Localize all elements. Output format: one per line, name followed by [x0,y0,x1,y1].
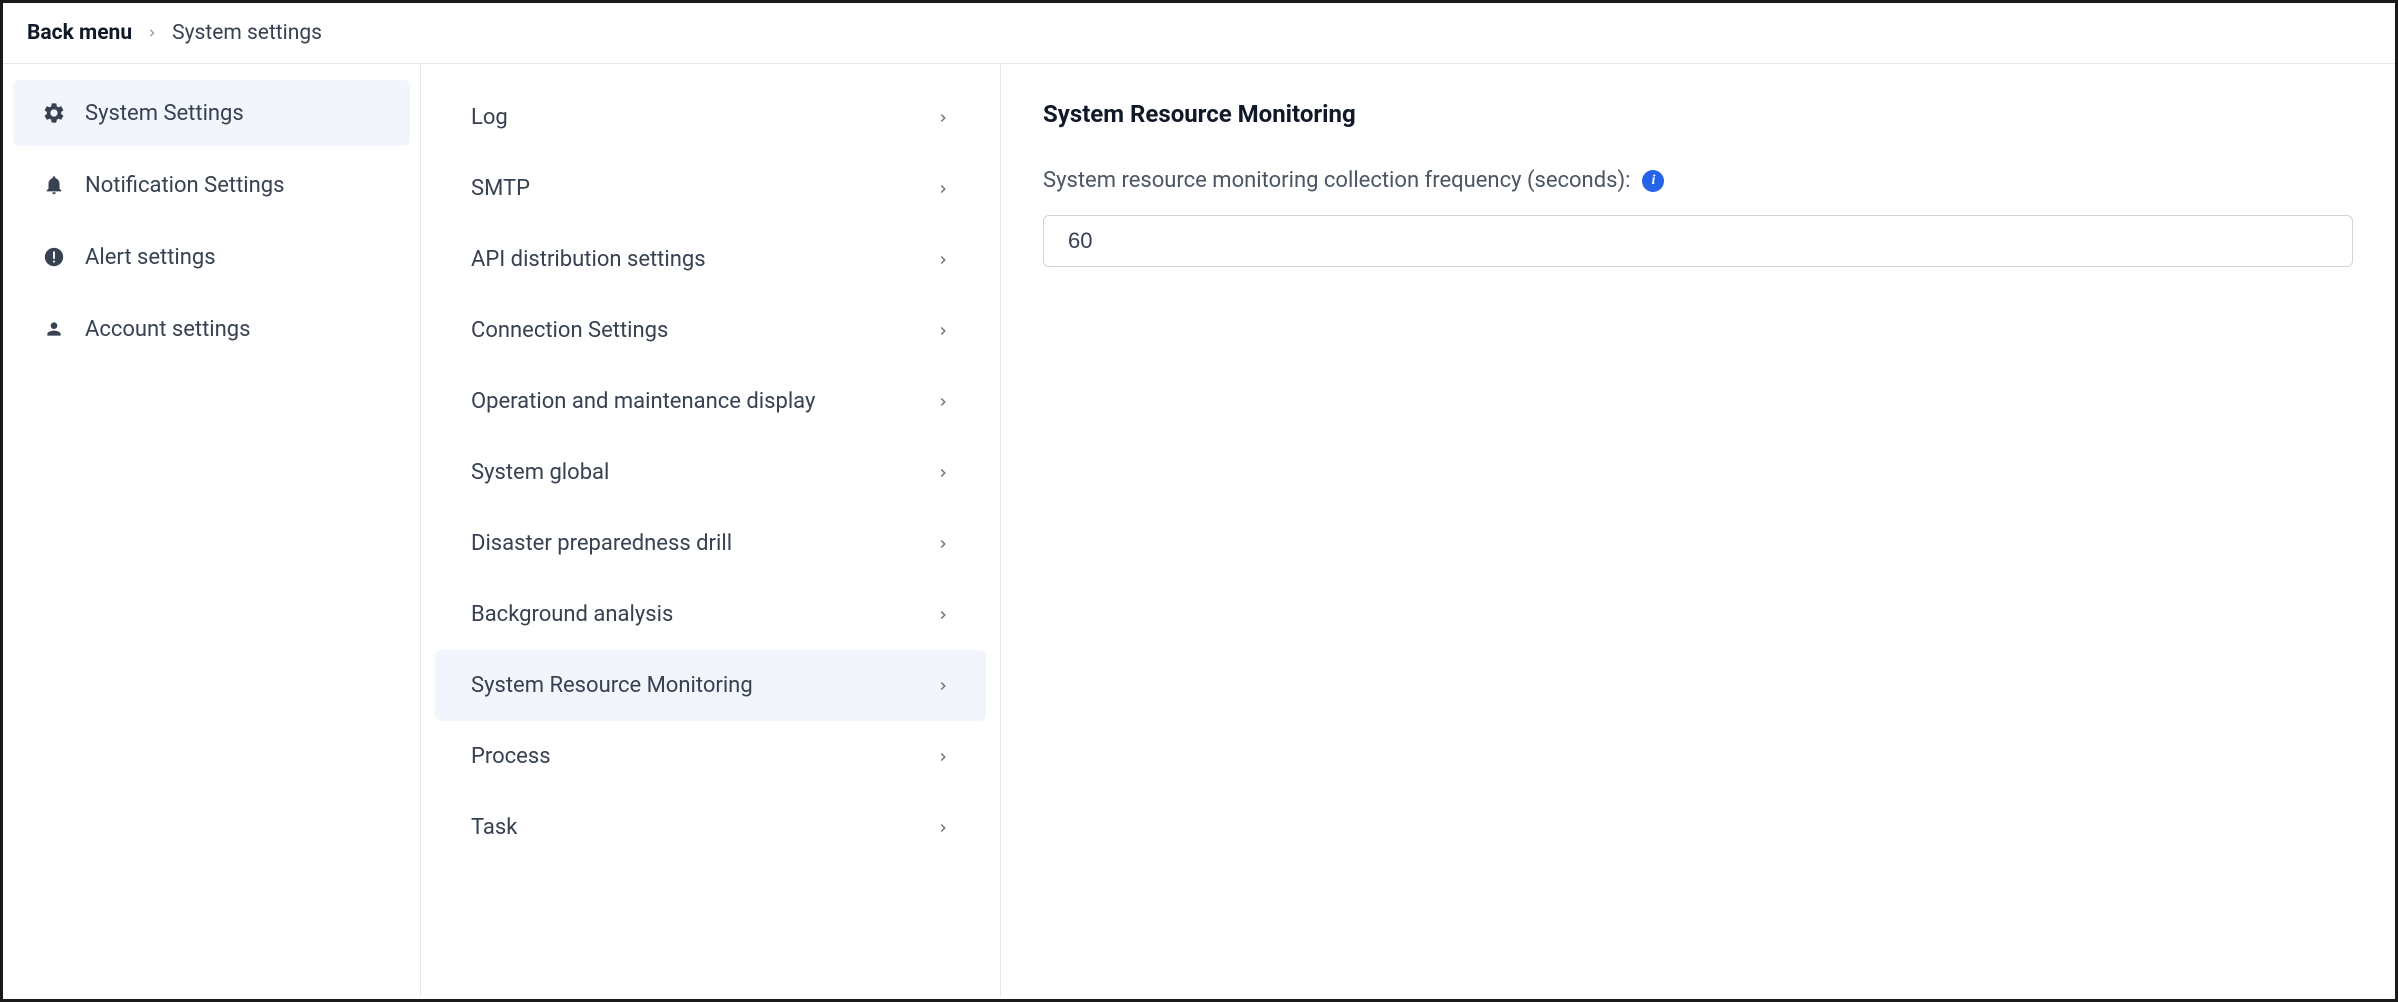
chevron-right-icon [936,395,950,409]
secondary-item-label: Log [471,105,508,130]
chevron-right-icon [936,608,950,622]
secondary-item-disaster-drill[interactable]: Disaster preparedness drill [435,508,986,579]
secondary-item-label: System global [471,460,609,485]
user-icon [41,316,67,342]
sidebar-item-system-settings[interactable]: System Settings [13,80,410,146]
sidebar-item-label: Account settings [85,317,250,342]
secondary-item-label: Disaster preparedness drill [471,531,732,556]
breadcrumb: Back menu System settings [3,3,2395,64]
main-layout: System Settings Notification Settings Al… [3,64,2395,996]
breadcrumb-back[interactable]: Back menu [27,21,132,45]
sidebar-item-alert-settings[interactable]: Alert settings [13,224,410,290]
chevron-right-icon [936,537,950,551]
sidebar-item-notification-settings[interactable]: Notification Settings [13,152,410,218]
chevron-right-icon [936,750,950,764]
secondary-item-label: Task [471,815,517,840]
secondary-item-smtp[interactable]: SMTP [435,153,986,224]
secondary-item-background-analysis[interactable]: Background analysis [435,579,986,650]
secondary-item-label: Process [471,744,551,769]
chevron-right-icon [936,821,950,835]
sidebar-item-label: System Settings [85,101,244,126]
sidebar-primary: System Settings Notification Settings Al… [3,64,421,996]
secondary-item-log[interactable]: Log [435,82,986,153]
secondary-item-process[interactable]: Process [435,721,986,792]
secondary-item-label: Connection Settings [471,318,668,343]
secondary-item-system-resource-monitoring[interactable]: System Resource Monitoring [435,650,986,721]
form-label-text: System resource monitoring collection fr… [1043,168,1630,193]
chevron-right-icon [936,466,950,480]
info-icon[interactable]: i [1642,170,1664,192]
secondary-item-connection-settings[interactable]: Connection Settings [435,295,986,366]
secondary-item-label: Operation and maintenance display [471,389,815,414]
content-title: System Resource Monitoring [1043,100,2353,128]
alert-icon [41,244,67,270]
chevron-right-icon [936,679,950,693]
frequency-input[interactable] [1043,215,2353,267]
secondary-item-om-display[interactable]: Operation and maintenance display [435,366,986,437]
chevron-right-icon [936,253,950,267]
gear-icon [41,100,67,126]
bell-icon [41,172,67,198]
sidebar-secondary: Log SMTP API distribution settings Conne… [421,64,1001,996]
secondary-item-label: API distribution settings [471,247,706,272]
sidebar-item-account-settings[interactable]: Account settings [13,296,410,362]
chevron-right-icon [146,27,158,39]
secondary-item-label: Background analysis [471,602,673,627]
secondary-item-task[interactable]: Task [435,792,986,863]
chevron-right-icon [936,111,950,125]
content-panel: System Resource Monitoring System resour… [1001,64,2395,996]
sidebar-item-label: Notification Settings [85,173,285,198]
secondary-item-label: System Resource Monitoring [471,673,753,698]
form-label-frequency: System resource monitoring collection fr… [1043,168,2353,193]
chevron-right-icon [936,324,950,338]
chevron-right-icon [936,182,950,196]
secondary-item-label: SMTP [471,176,530,201]
form-row-frequency: System resource monitoring collection fr… [1043,168,2353,267]
breadcrumb-current: System settings [172,21,322,45]
sidebar-item-label: Alert settings [85,245,216,270]
secondary-item-system-global[interactable]: System global [435,437,986,508]
secondary-item-api-distribution[interactable]: API distribution settings [435,224,986,295]
